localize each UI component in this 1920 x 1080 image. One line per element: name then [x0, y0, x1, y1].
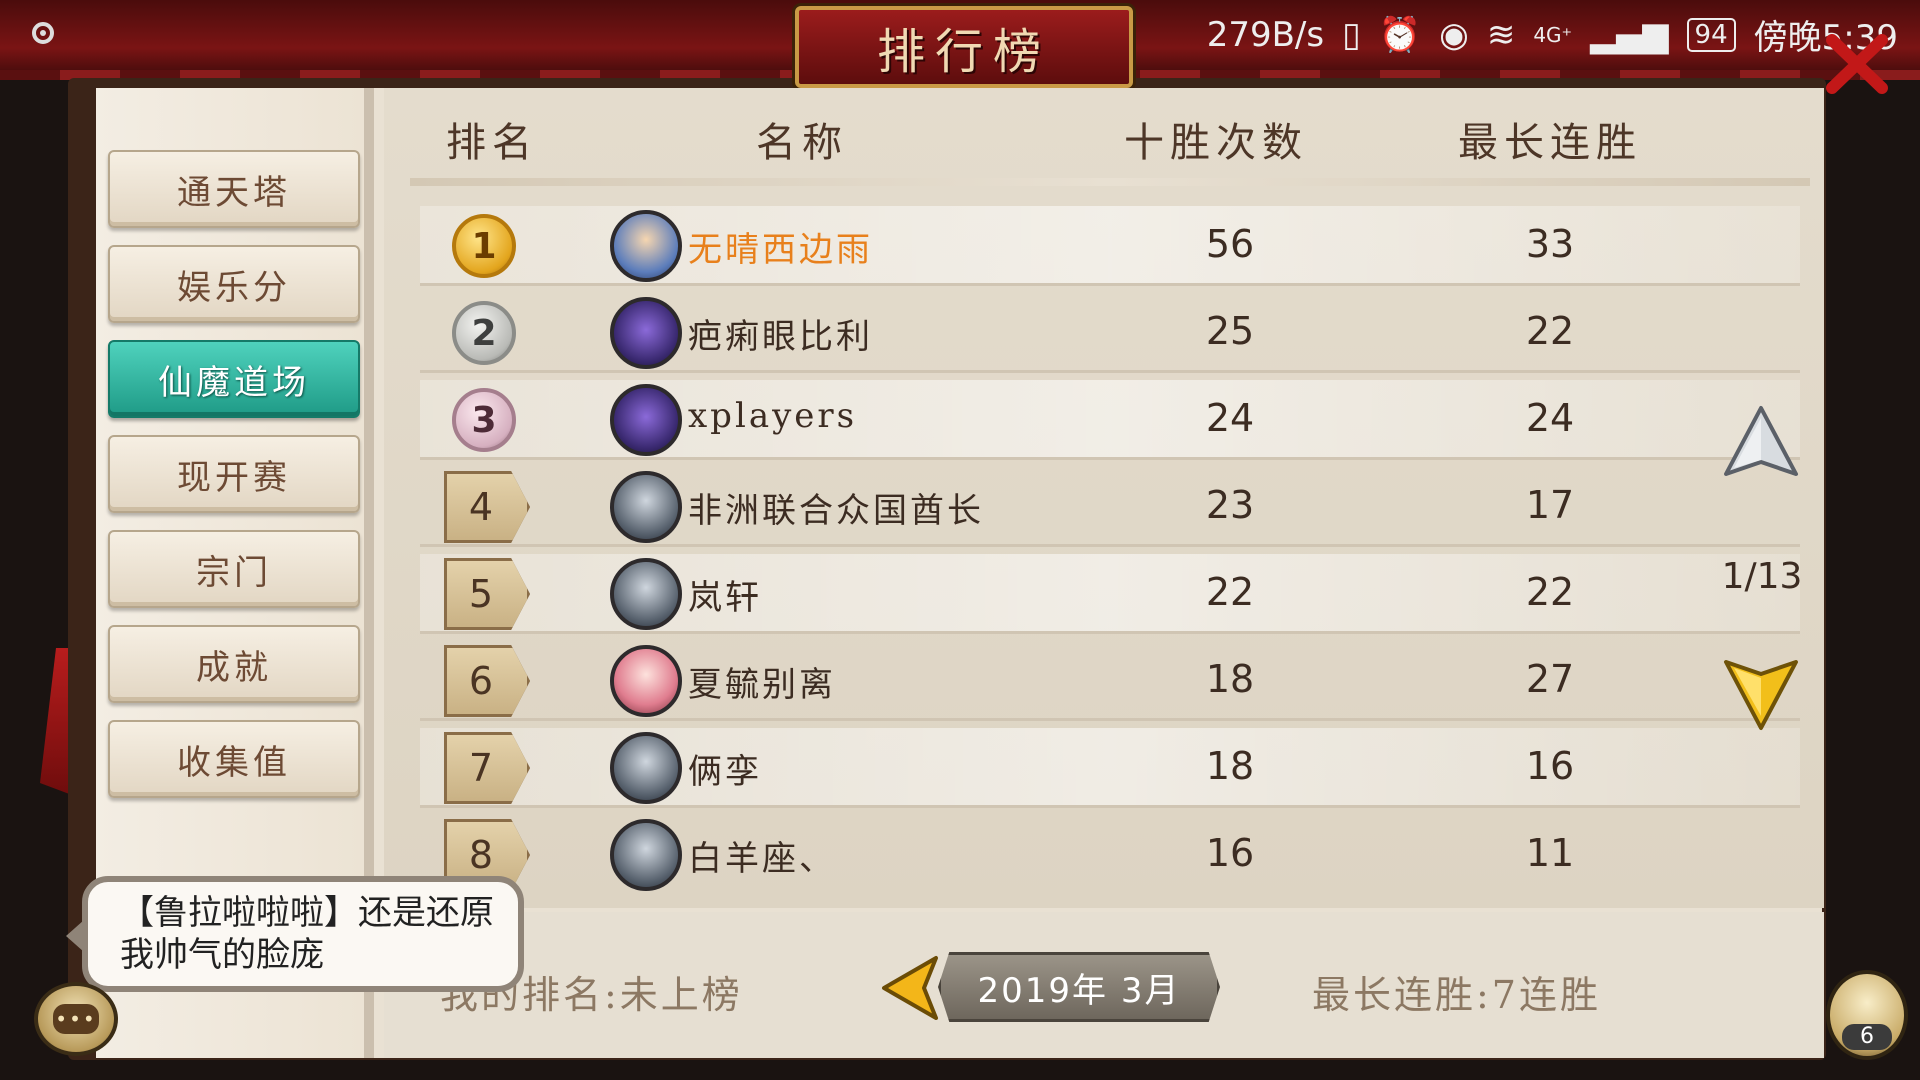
player-name: 无晴西边雨 — [688, 230, 873, 270]
net-speed: 279B/s — [1206, 14, 1325, 55]
rank-tag: 5 — [444, 558, 530, 630]
chat-bubble[interactable]: 【鲁拉啦啦啦】还是还原我帅气的脸庞 — [66, 876, 524, 992]
wins-value: 22 — [1205, 570, 1255, 614]
row-divider — [420, 457, 1800, 460]
row-divider — [420, 718, 1800, 721]
wifi-icon: ≋ — [1486, 14, 1516, 55]
vibrate-icon: ▯ — [1342, 14, 1361, 55]
status-bar: 279B/s ▯ ⏰ ◉ ≋ 4G⁺ ▂▄▆ 94 傍晚5:39 — [1207, 10, 1898, 59]
page-indicator: 1/13 — [1721, 556, 1803, 597]
row-divider — [420, 631, 1800, 634]
streak-value: 24 — [1525, 396, 1575, 440]
header-streak: 最长连胜 — [1458, 120, 1642, 166]
table-row[interactable]: 1 无晴西边雨 56 33 — [420, 206, 1800, 286]
table-row[interactable]: 4 非洲联合众国酋长 23 17 — [420, 467, 1800, 547]
close-icon[interactable] — [1824, 34, 1890, 94]
wins-value: 16 — [1205, 831, 1255, 875]
streak-value: 33 — [1525, 222, 1575, 266]
avatar — [610, 558, 682, 630]
row-divider — [420, 805, 1800, 808]
avatar — [610, 297, 682, 369]
header-name: 名称 — [756, 120, 848, 166]
chat-message: 【鲁拉啦啦啦】还是还原我帅气的脸庞 — [120, 893, 494, 975]
page-down-arrow-icon[interactable] — [1722, 654, 1800, 732]
sidebar-item-xiankaisai[interactable]: 现开赛 — [108, 435, 360, 513]
wins-value: 18 — [1205, 657, 1255, 701]
chat-button[interactable]: ••• — [34, 982, 118, 1056]
title-plaque: 排行榜 — [795, 6, 1133, 88]
avatar — [610, 210, 682, 282]
wins-value: 56 — [1205, 222, 1255, 266]
alarm-icon: ⏰ — [1378, 14, 1422, 55]
player-name: 非洲联合众国酋长 — [688, 491, 984, 531]
sidebar-item-zongmen[interactable]: 宗门 — [108, 530, 360, 608]
friends-button[interactable]: 6 — [1826, 970, 1908, 1060]
player-name: xplayers — [688, 396, 858, 436]
table-row[interactable]: 2 疤痢眼比利 25 22 — [420, 293, 1800, 373]
network-type: 4G⁺ — [1533, 22, 1573, 47]
sidebar-item-xianmodaochang[interactable]: 仙魔道场 — [108, 340, 360, 418]
signal-icon: ▂▄▆ — [1590, 14, 1669, 55]
avatar — [610, 384, 682, 456]
streak-value: 27 — [1525, 657, 1575, 701]
page-up-arrow-icon[interactable] — [1722, 404, 1800, 482]
player-name: 疤痢眼比利 — [688, 317, 873, 357]
eye-icon: ◉ — [1439, 14, 1469, 55]
streak-value: 16 — [1525, 744, 1575, 788]
record-indicator-icon — [32, 22, 54, 44]
table-row[interactable]: 8 白羊座、 16 11 — [420, 815, 1800, 895]
avatar — [610, 471, 682, 543]
row-divider — [420, 370, 1800, 373]
bronze-medal-icon: 3 — [452, 388, 516, 452]
wins-value: 25 — [1205, 309, 1255, 353]
table-row[interactable]: 3 xplayers 24 24 — [420, 380, 1800, 460]
streak-value: 17 — [1525, 483, 1575, 527]
battery-level: 94 — [1686, 17, 1736, 52]
best-streak-label: 最长连胜:7连胜 — [1312, 973, 1601, 1017]
sidebar-item-chengjiu[interactable]: 成就 — [108, 625, 360, 703]
player-name: 白羊座、 — [688, 839, 836, 879]
avatar — [610, 732, 682, 804]
player-name: 俩孪 — [688, 752, 762, 792]
rank-tag: 6 — [444, 645, 530, 717]
streak-value: 22 — [1525, 570, 1575, 614]
wins-value: 18 — [1205, 744, 1255, 788]
player-name: 岚轩 — [688, 578, 762, 618]
player-name: 夏毓别离 — [688, 665, 836, 705]
month-selector[interactable]: 2019年 3月 — [938, 952, 1220, 1022]
row-divider — [420, 544, 1800, 547]
table-row[interactable]: 6 夏毓别离 18 27 — [420, 641, 1800, 721]
rank-tag: 4 — [444, 471, 530, 543]
friends-count-badge: 6 — [1842, 1024, 1892, 1050]
table-row[interactable]: 5 岚轩 22 22 — [420, 554, 1800, 634]
header-rank: 排名 — [446, 120, 538, 166]
table-row[interactable]: 7 俩孪 18 16 — [420, 728, 1800, 808]
silver-medal-icon: 2 — [452, 301, 516, 365]
streak-value: 11 — [1525, 831, 1575, 875]
chat-icon: ••• — [53, 1004, 99, 1034]
header-divider — [410, 178, 1810, 186]
rank-tag: 7 — [444, 732, 530, 804]
sidebar-item-shoujizhi[interactable]: 收集值 — [108, 720, 360, 798]
header-wins: 十胜次数 — [1124, 120, 1308, 166]
wins-value: 23 — [1205, 483, 1255, 527]
page-title: 排行榜 — [876, 24, 1051, 80]
gold-medal-icon: 1 — [452, 214, 516, 278]
previous-month-arrow-icon[interactable] — [880, 954, 940, 1022]
avatar — [610, 645, 682, 717]
avatar — [610, 819, 682, 891]
sidebar-item-yulefen[interactable]: 娱乐分 — [108, 245, 360, 323]
row-divider — [420, 283, 1800, 286]
wins-value: 24 — [1205, 396, 1255, 440]
streak-value: 22 — [1525, 309, 1575, 353]
sidebar-item-tongtianta[interactable]: 通天塔 — [108, 150, 360, 228]
